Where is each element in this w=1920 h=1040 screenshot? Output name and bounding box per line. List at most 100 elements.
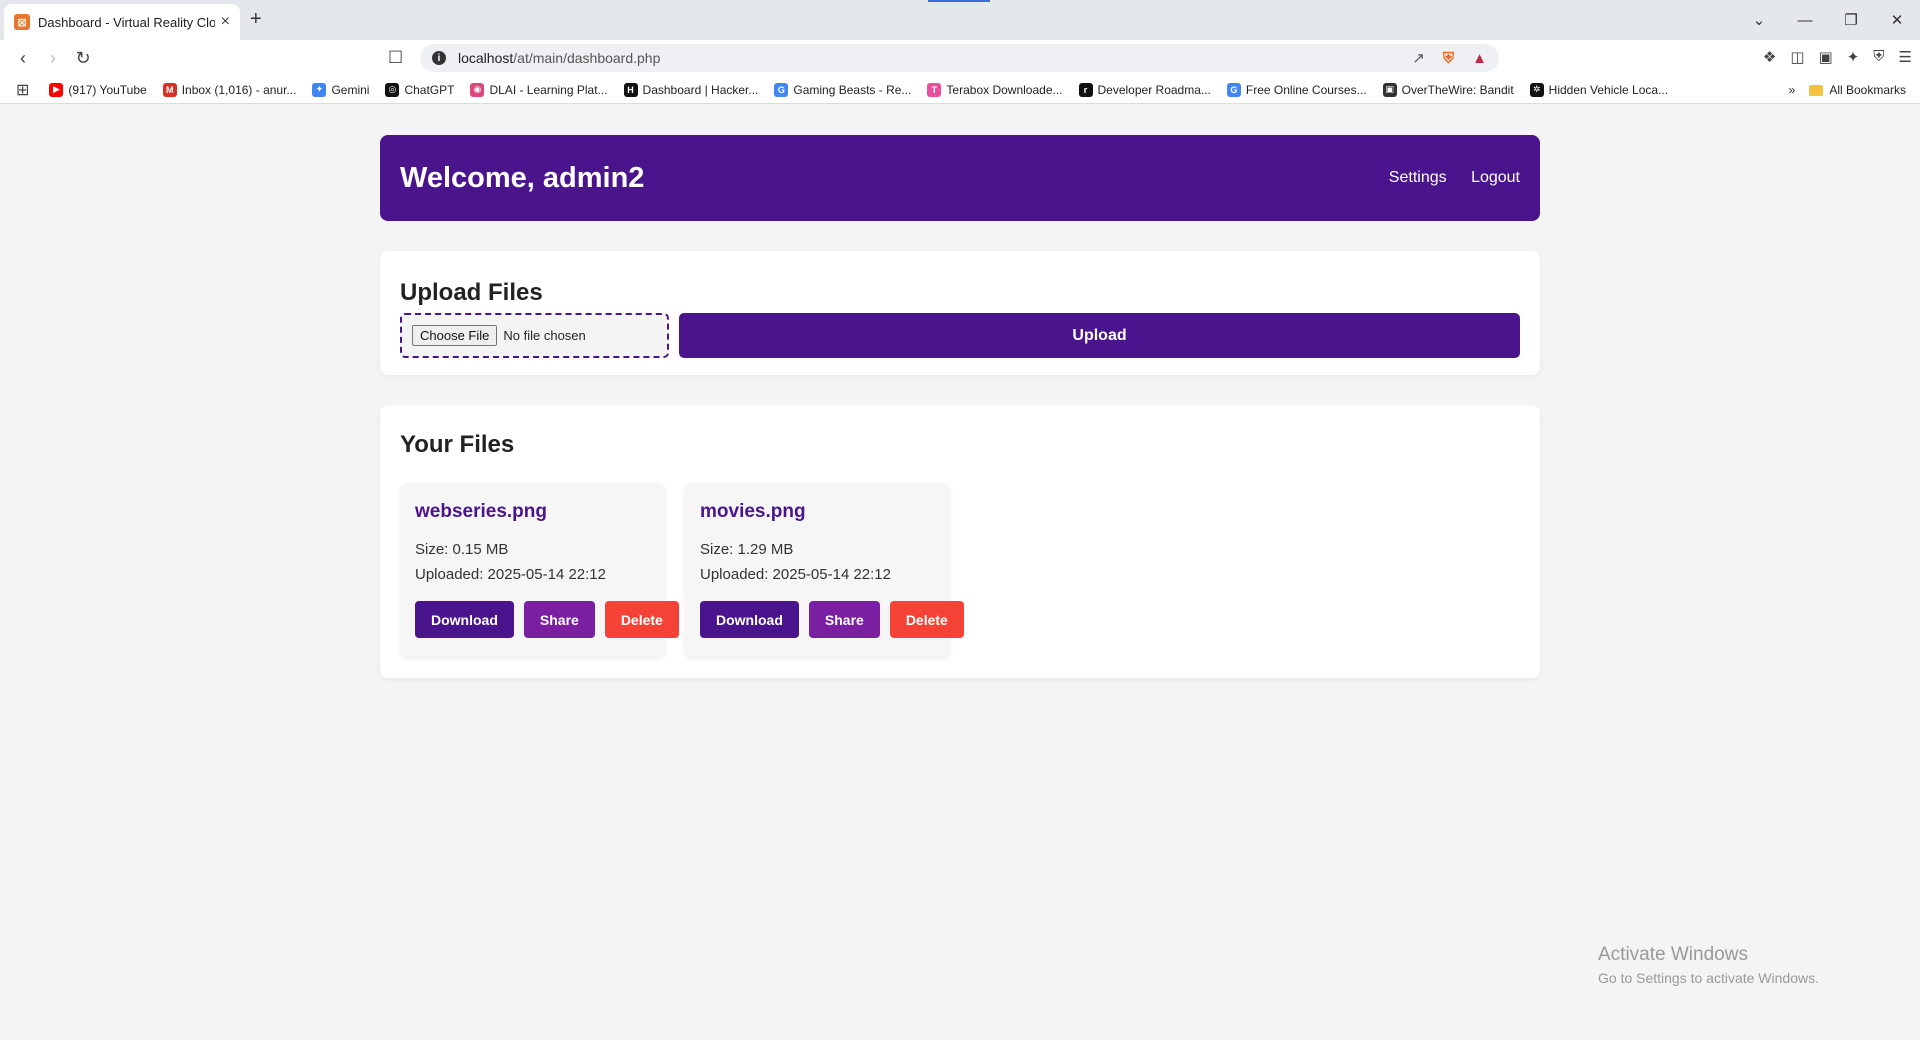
back-icon[interactable]: ‹: [8, 48, 38, 69]
bookmark-item[interactable]: ◎ ChatGPT: [385, 82, 455, 97]
extensions-icon[interactable]: ❖: [1763, 48, 1776, 66]
windows-activation-watermark: Activate Windows Go to Settings to activ…: [1598, 944, 1819, 986]
bookmark-label: DLAI - Learning Plat...: [489, 82, 608, 97]
bookmark-favicon-icon: T: [927, 82, 942, 97]
bookmark-favicon-icon: ▣: [1382, 82, 1397, 97]
files-section: Your Files webseries.png Size: 0.15 MB U…: [380, 405, 1540, 678]
bookmark-favicon-icon: G: [774, 82, 789, 97]
dashboard-header: Welcome, admin2 Settings Logout: [380, 135, 1540, 221]
new-tab-button[interactable]: +: [250, 8, 262, 31]
brave-shields-icon[interactable]: ⛨: [1443, 50, 1454, 67]
xampp-icon: ⊠: [14, 14, 30, 30]
leo-ai-icon[interactable]: ✦: [1847, 48, 1860, 66]
bookmark-favicon-icon: M: [162, 82, 177, 97]
browser-tab-bar: ⊠ Dashboard - Virtual Reality Clo × + ⌄ …: [0, 0, 1920, 40]
upload-button[interactable]: Upload: [679, 313, 1520, 358]
bookmark-label: Dashboard | Hacker...: [642, 82, 759, 97]
file-input[interactable]: Choose File No file chosen: [400, 313, 669, 358]
window-controls: ⌄ — ❐ ✕: [1736, 0, 1920, 40]
share-page-icon[interactable]: ↗: [1412, 49, 1425, 67]
tab-search-icon[interactable]: ⌄: [1736, 11, 1782, 29]
delete-button[interactable]: Delete: [604, 601, 679, 638]
file-uploaded: Uploaded: 2025-05-14 22:12: [700, 566, 891, 583]
bookmark-item[interactable]: M Inbox (1,016) - anur...: [162, 82, 296, 97]
bookmarks-bar: ⊞ ▶ (917) YouTube M Inbox (1,016) - anur...…: [0, 76, 1920, 104]
file-uploaded: Uploaded: 2025-05-14 22:12: [415, 566, 606, 583]
bookmark-label: Free Online Courses...: [1245, 82, 1367, 97]
all-bookmarks-label: All Bookmarks: [1829, 83, 1906, 97]
bookmark-item[interactable]: ◉ DLAI - Learning Plat...: [470, 82, 608, 97]
watermark-subtitle: Go to Settings to activate Windows.: [1598, 970, 1819, 986]
forward-icon[interactable]: ›: [38, 48, 68, 69]
close-window-icon[interactable]: ✕: [1874, 11, 1920, 29]
menu-icon[interactable]: ☰: [1899, 48, 1912, 66]
share-button[interactable]: Share: [523, 601, 595, 638]
url-path: /at/main/dashboard.php: [513, 50, 661, 66]
files-title: Your Files: [400, 431, 515, 458]
minimize-icon[interactable]: —: [1782, 12, 1828, 29]
bookmark-favicon-icon: r: [1078, 82, 1093, 97]
upload-form: Choose File No file chosen Upload: [400, 313, 1520, 358]
tab-drag-indicator: [928, 0, 990, 2]
reload-icon[interactable]: ↻: [68, 48, 98, 69]
vpn-icon[interactable]: ⛨: [1873, 48, 1884, 66]
bookmark-favicon-icon: ◎: [385, 82, 400, 97]
address-bar-actions: ↗ ⛨ ▲: [1412, 49, 1487, 68]
bookmark-label: ChatGPT: [404, 82, 455, 97]
logout-link[interactable]: Logout: [1471, 169, 1520, 186]
apps-grid-icon[interactable]: ⊞: [16, 80, 29, 100]
bookmark-favicon-icon: ✲: [1529, 82, 1544, 97]
bookmark-item[interactable]: ✦ Gemini: [312, 82, 370, 97]
download-button[interactable]: Download: [415, 601, 514, 638]
restore-icon[interactable]: ❐: [1828, 11, 1874, 29]
download-button[interactable]: Download: [700, 601, 799, 638]
all-bookmarks-folder[interactable]: All Bookmarks: [1809, 83, 1906, 97]
file-size: Size: 1.29 MB: [700, 541, 794, 558]
tab-title: Dashboard - Virtual Reality Clo: [38, 14, 215, 30]
welcome-title: Welcome, admin2: [400, 161, 645, 194]
brave-rewards-icon[interactable]: ▲: [1472, 50, 1487, 67]
file-actions: Download Share Delete: [700, 601, 964, 638]
url-host: localhost: [458, 50, 514, 66]
files-grid: webseries.png Size: 0.15 MB Uploaded: 20…: [400, 483, 1520, 657]
choose-file-button[interactable]: Choose File: [412, 325, 498, 346]
header-nav: Settings Logout: [1369, 169, 1520, 187]
folder-icon: [1809, 84, 1824, 96]
bookmarks-bar-right: » All Bookmarks: [1778, 76, 1906, 103]
more-bookmarks-icon[interactable]: »: [1789, 83, 1796, 97]
address-bar[interactable]: i localhost/at/main/dashboard.php ↗ ⛨ ▲: [420, 44, 1499, 72]
bookmark-label: Terabox Downloade...: [946, 82, 1063, 97]
bookmark-item[interactable]: G Gaming Beasts - Re...: [774, 82, 911, 97]
file-name: movies.png: [700, 501, 806, 522]
upload-title: Upload Files: [400, 279, 543, 306]
file-card: webseries.png Size: 0.15 MB Uploaded: 20…: [400, 483, 679, 657]
bookmark-item[interactable]: G Free Online Courses...: [1226, 82, 1367, 97]
no-file-label: No file chosen: [503, 328, 586, 343]
file-size: Size: 0.15 MB: [415, 541, 509, 558]
bookmark-item[interactable]: ✲ Hidden Vehicle Loca...: [1529, 82, 1669, 97]
bookmark-favicon-icon: ◉: [470, 82, 485, 97]
bookmark-item[interactable]: T Terabox Downloade...: [927, 82, 1063, 97]
bookmark-label: Gemini: [331, 82, 370, 97]
extension-icons: ❖ ◫ ▣ ✦ ⛨ ☰: [1763, 48, 1912, 66]
bookmark-page-icon[interactable]: ☐: [388, 48, 403, 68]
bookmark-item[interactable]: r Developer Roadma...: [1078, 82, 1211, 97]
settings-link[interactable]: Settings: [1389, 169, 1447, 186]
share-button[interactable]: Share: [808, 601, 880, 638]
delete-button[interactable]: Delete: [889, 601, 964, 638]
bookmark-label: Hidden Vehicle Loca...: [1548, 82, 1669, 97]
browser-tab[interactable]: ⊠ Dashboard - Virtual Reality Clo ×: [4, 4, 240, 40]
bookmark-item[interactable]: H Dashboard | Hacker...: [623, 82, 759, 97]
bookmark-favicon-icon: ▶: [49, 82, 64, 97]
file-name: webseries.png: [415, 501, 547, 522]
bookmark-label: Developer Roadma...: [1097, 82, 1211, 97]
site-info-icon[interactable]: i: [432, 51, 446, 65]
close-tab-icon[interactable]: ×: [221, 13, 230, 31]
bookmark-item[interactable]: ▣ OverTheWire: Bandit: [1382, 82, 1514, 97]
wallet-icon[interactable]: ▣: [1819, 48, 1833, 66]
sidebar-icon[interactable]: ◫: [1790, 48, 1804, 66]
bookmark-favicon-icon: ✦: [312, 82, 327, 97]
bookmark-favicon-icon: G: [1226, 82, 1241, 97]
bookmark-item[interactable]: ▶ (917) YouTube: [49, 82, 147, 97]
bookmark-favicon-icon: H: [623, 82, 638, 97]
